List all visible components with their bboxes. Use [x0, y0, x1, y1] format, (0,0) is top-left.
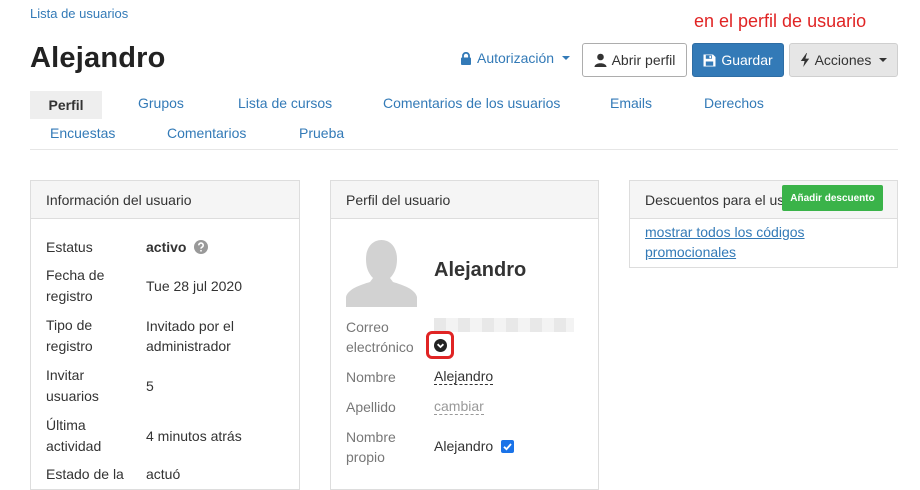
- tab-lista-de-cursos[interactable]: Lista de cursos: [238, 95, 332, 111]
- annotation-text: en el perfil de usuario: [694, 11, 867, 31]
- floppy-disk-icon: [703, 54, 716, 66]
- add-discount-button[interactable]: Añadir descuento: [782, 185, 883, 211]
- tab-derechos[interactable]: Derechos: [704, 95, 764, 111]
- registration-type-label: Tipo de registro: [46, 317, 93, 354]
- last-activity-label: Última actividad: [46, 417, 102, 454]
- lock-icon: [461, 51, 471, 65]
- invite-users-link[interactable]: 5: [146, 376, 154, 396]
- status-label: Estatus: [46, 239, 93, 255]
- status-value: activo: [146, 239, 187, 255]
- registration-date-label: Fecha de registro: [46, 267, 105, 304]
- actions-dropdown-button[interactable]: Acciones: [789, 43, 898, 77]
- tab-comentarios[interactable]: Comentarios: [167, 125, 246, 141]
- show-all-promo-codes-link[interactable]: mostrar todos los códigos promocionales: [645, 222, 845, 262]
- caret-down-icon: [879, 58, 888, 62]
- discounts-heading: Descuentos para el usuario Añadir descue…: [630, 181, 897, 219]
- first-name-label: Nombre: [346, 369, 396, 385]
- display-name-label: Nombre propio: [346, 429, 396, 465]
- discounts-panel: Descuentos para el usuario Añadir descue…: [629, 180, 898, 268]
- last-activity-link[interactable]: 4 minutos atrás: [146, 426, 242, 446]
- page-title: Alejandro: [30, 42, 166, 74]
- registration-date-value: Tue 28 jul 2020: [146, 278, 242, 294]
- user-profile-heading: Perfil del usuario: [331, 181, 598, 219]
- user-info-panel: Información del usuario Estatus activo F…: [30, 180, 300, 490]
- user-profile-panel: Perfil del usuario Alejandro Correo elec…: [330, 180, 599, 490]
- save-button[interactable]: Guardar: [692, 43, 784, 77]
- caret-down-icon: [562, 56, 571, 60]
- open-profile-button[interactable]: Abrir perfil: [582, 43, 687, 77]
- profile-name: Alejandro: [434, 259, 527, 281]
- tab-encuestas[interactable]: Encuestas: [50, 125, 115, 141]
- display-name-group: Alejandro: [434, 438, 515, 454]
- authorization-dropdown[interactable]: Autorización: [460, 50, 571, 66]
- tabs-divider: [30, 149, 898, 150]
- user-info-heading: Información del usuario: [31, 181, 299, 219]
- registration-type-value: Invitado por el administrador: [146, 318, 234, 354]
- display-name-value: Alejandro: [434, 438, 494, 454]
- tab-comentarios-de-los-usuarios[interactable]: Comentarios de los usuarios: [383, 95, 560, 111]
- breadcrumb-link[interactable]: Lista de usuarios: [30, 6, 128, 21]
- user-icon: [594, 53, 607, 67]
- invite-users-label: Invitar usuarios: [46, 367, 99, 404]
- checkbox-checked[interactable]: [501, 439, 515, 453]
- last-name-editable[interactable]: cambiar: [434, 398, 484, 415]
- save-label: Guardar: [721, 52, 773, 68]
- last-name-label: Apellido: [346, 399, 396, 415]
- chevron-circle-down-icon: [433, 338, 447, 352]
- help-icon[interactable]: [194, 240, 209, 254]
- avatar-placeholder-icon: [346, 239, 417, 307]
- first-name-editable[interactable]: Alejandro: [434, 368, 494, 385]
- tab-prueba[interactable]: Prueba: [299, 125, 344, 141]
- actions-label: Acciones: [814, 52, 872, 68]
- state-value: actuó: [146, 466, 181, 482]
- email-value-redacted: [434, 318, 574, 332]
- state-label: Estado de la: [46, 466, 124, 482]
- tab-grupos[interactable]: Grupos: [138, 95, 184, 111]
- authorization-label: Autorización: [477, 50, 555, 66]
- bolt-icon: [800, 53, 809, 67]
- email-expand-toggle[interactable]: [426, 331, 454, 359]
- email-label: Correo electrónico: [346, 319, 414, 355]
- tab-emails[interactable]: Emails: [610, 95, 652, 111]
- open-profile-label: Abrir perfil: [611, 52, 676, 68]
- status-value-group: activo: [146, 237, 209, 257]
- tab-perfil[interactable]: Perfil: [30, 91, 102, 119]
